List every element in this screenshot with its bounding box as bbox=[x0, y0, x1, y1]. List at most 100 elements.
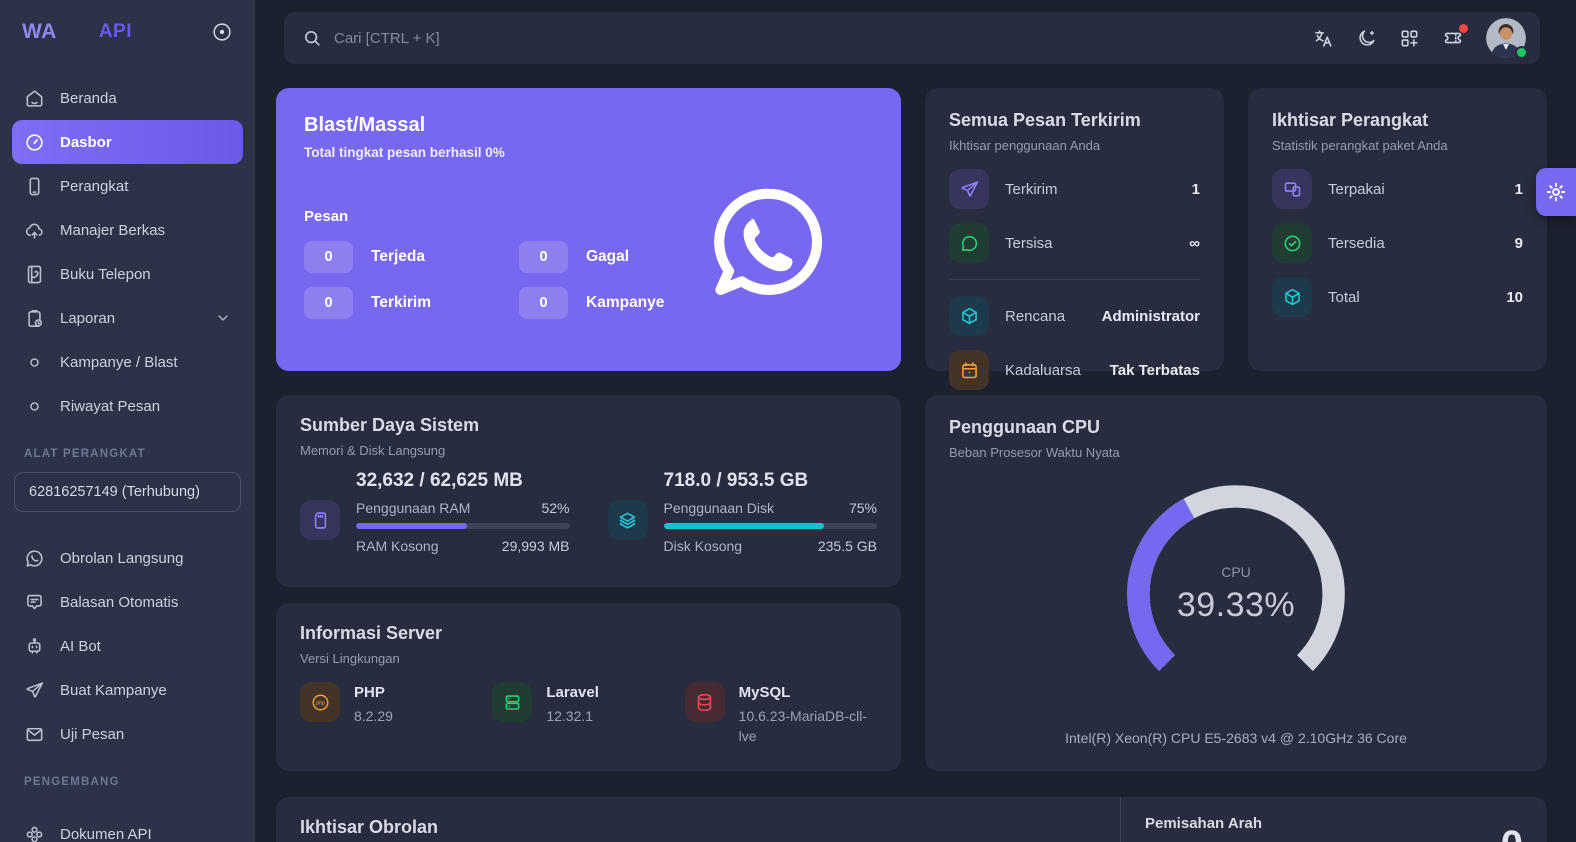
devices-title: Ikhtisar Perangkat bbox=[1272, 110, 1429, 130]
server-version: 8.2.29 bbox=[354, 708, 393, 724]
stat-terkirim: 0 Terkirim bbox=[304, 287, 519, 319]
check-circle-icon bbox=[1272, 223, 1312, 263]
nav-label: Dokumen API bbox=[60, 825, 152, 842]
nav-label: Uji Pesan bbox=[60, 725, 125, 743]
stat-value: 0 bbox=[304, 241, 353, 273]
blast-subtitle: Total tingkat pesan berhasil 0% bbox=[304, 145, 505, 160]
report-icon bbox=[28, 309, 43, 327]
cpu-subtitle: Beban Prosesor Waktu Nyata bbox=[949, 445, 1120, 460]
cpu-title: Penggunaan CPU bbox=[949, 417, 1101, 437]
stat-label: Terjeda bbox=[371, 248, 425, 265]
cpu-gauge-value: 39.33% bbox=[1176, 585, 1296, 624]
disk-usage-label: Penggunaan Disk bbox=[663, 500, 775, 516]
disk-progress-fill bbox=[663, 523, 824, 529]
stat-value: 0 bbox=[519, 287, 568, 319]
sidebar-item-kampanye-blast[interactable]: Kampanye / Blast bbox=[12, 340, 243, 384]
row-system: Sumber Daya Sistem Memori & Disk Langsun… bbox=[276, 395, 1547, 771]
auto-reply-icon bbox=[27, 594, 42, 609]
chat-title: Ikhtisar Obrolan bbox=[300, 817, 439, 837]
sidebar-item-balasan-otomatis[interactable]: Balasan Otomatis bbox=[12, 580, 243, 624]
messages-card: Semua Pesan Terkirim Ikhtisar penggunaan… bbox=[925, 88, 1224, 390]
sidebar-item-obrolan-langsung[interactable]: Obrolan Langsung bbox=[12, 536, 243, 580]
sidebar-item-manajer-berkas[interactable]: Manajer Berkas bbox=[12, 208, 243, 252]
server-name: MySQL bbox=[738, 684, 791, 701]
sidebar-item-laporan[interactable]: Laporan bbox=[12, 296, 243, 340]
row-label: Terpakai bbox=[1328, 180, 1385, 198]
cloud-upload-icon bbox=[25, 223, 43, 239]
brand-api: API bbox=[98, 21, 133, 42]
ram-percent: 52% bbox=[541, 500, 570, 516]
chevron-down-icon bbox=[218, 315, 228, 321]
sidebar-toggle-button[interactable] bbox=[211, 21, 233, 43]
topbar bbox=[284, 12, 1540, 64]
campaign-send-icon bbox=[26, 681, 44, 698]
resources-title: Sumber Daya Sistem bbox=[300, 415, 480, 435]
stat-terjeda: 0 Terjeda bbox=[304, 241, 519, 273]
sidebar-item-buku-telepon[interactable]: Buku Telepon bbox=[12, 252, 243, 296]
sidebar-item-riwayat-pesan[interactable]: Riwayat Pesan bbox=[12, 384, 243, 428]
whatsapp-logo bbox=[705, 178, 833, 315]
nav-label: AI Bot bbox=[60, 637, 101, 655]
translate-icon bbox=[1315, 29, 1332, 47]
nav-label: Manajer Berkas bbox=[60, 221, 166, 239]
disk-free-label: Disk Kosong bbox=[663, 538, 743, 554]
phonebook-icon bbox=[27, 265, 42, 283]
language-button[interactable] bbox=[1313, 28, 1334, 49]
nav-label: Perangkat bbox=[60, 177, 129, 195]
chat-card: Ikhtisar Obrolan Pemisahan Arah 0 bbox=[276, 797, 1547, 842]
sidebar-item-beranda[interactable]: Beranda bbox=[12, 76, 243, 120]
messages-rows: Terkirim 1 Tersisa ∞ Rencana Administrat… bbox=[949, 169, 1200, 390]
sidebar-item-perangkat[interactable]: Perangkat bbox=[12, 164, 243, 208]
app-root: WA API Beranda Dasbor Perangkat Manajer … bbox=[0, 0, 1576, 842]
sidebar-item-buat-kampanye[interactable]: Buat Kampanye bbox=[12, 668, 243, 712]
nav-label: Buat Kampanye bbox=[60, 681, 167, 699]
cube-icon bbox=[1272, 277, 1312, 317]
section-label-alat-perangkat: ALAT PERANGKAT bbox=[24, 448, 146, 460]
api-icon bbox=[26, 826, 43, 842]
row-label: Tersisa bbox=[1005, 234, 1053, 252]
row-label: Rencana bbox=[1005, 307, 1066, 325]
disk-percent: 75% bbox=[848, 500, 877, 516]
direction-section: Pemisahan Arah 0 bbox=[1121, 797, 1547, 842]
smartphone-icon bbox=[29, 177, 40, 195]
sidebar: WA API Beranda Dasbor Perangkat Manajer … bbox=[0, 0, 255, 842]
whatsapp-icon bbox=[26, 549, 43, 567]
sidebar-item-ai-bot[interactable]: AI Bot bbox=[12, 624, 243, 668]
stat-value: 0 bbox=[519, 241, 568, 273]
server-subtitle: Versi Lingkungan bbox=[300, 651, 400, 666]
bullet-circle-icon bbox=[30, 357, 39, 367]
sidebar-item-dasbor[interactable]: Dasbor bbox=[12, 120, 243, 164]
devices-icon bbox=[1272, 169, 1312, 209]
row-terkirim: Terkirim 1 bbox=[949, 169, 1200, 209]
cube-icon bbox=[949, 296, 989, 336]
cpu-gauge: CPU 39.33% bbox=[1114, 472, 1358, 716]
user-avatar[interactable] bbox=[1486, 18, 1528, 59]
ram-usage-label: Penggunaan RAM bbox=[356, 500, 471, 516]
nav-label: Dasbor bbox=[60, 133, 112, 151]
server-item-php: php PHP 8.2.29 bbox=[300, 682, 492, 746]
device-select[interactable]: 62816257149 (Terhubung) bbox=[14, 472, 241, 512]
apps-button[interactable] bbox=[1399, 28, 1420, 49]
sidebar-item-dokumen-api[interactable]: Dokumen API bbox=[12, 812, 243, 842]
row-chat: Ikhtisar Obrolan Pemisahan Arah 0 bbox=[276, 797, 1547, 842]
row-value: 9 bbox=[1514, 234, 1523, 252]
moon-icon bbox=[1359, 29, 1375, 46]
brand-wa: WA bbox=[22, 20, 57, 43]
apps-grid-icon bbox=[1401, 30, 1418, 47]
server-item-laravel: Laravel 12.32.1 bbox=[492, 682, 684, 746]
chat-bubble-icon bbox=[949, 223, 989, 263]
sidebar-item-uji-pesan[interactable]: Uji Pesan bbox=[12, 712, 243, 756]
search-input[interactable] bbox=[334, 29, 754, 47]
row-tersisa: Tersisa ∞ bbox=[949, 223, 1200, 263]
stat-label: Terkirim bbox=[371, 294, 432, 311]
ram-headline: 32,632 / 62,625 MB bbox=[356, 470, 523, 491]
dark-mode-button[interactable] bbox=[1356, 28, 1377, 49]
devices-subtitle: Statistik perangkat paket Anda bbox=[1272, 138, 1448, 153]
chat-overview-section: Ikhtisar Obrolan bbox=[276, 797, 1121, 842]
ticket-button[interactable] bbox=[1442, 24, 1468, 49]
svg-text:php: php bbox=[314, 700, 324, 706]
gear-icon bbox=[1546, 182, 1566, 202]
record-circle-icon bbox=[213, 23, 231, 41]
settings-fab-button[interactable] bbox=[1536, 168, 1576, 216]
stat-label: Kampanye bbox=[586, 294, 665, 311]
